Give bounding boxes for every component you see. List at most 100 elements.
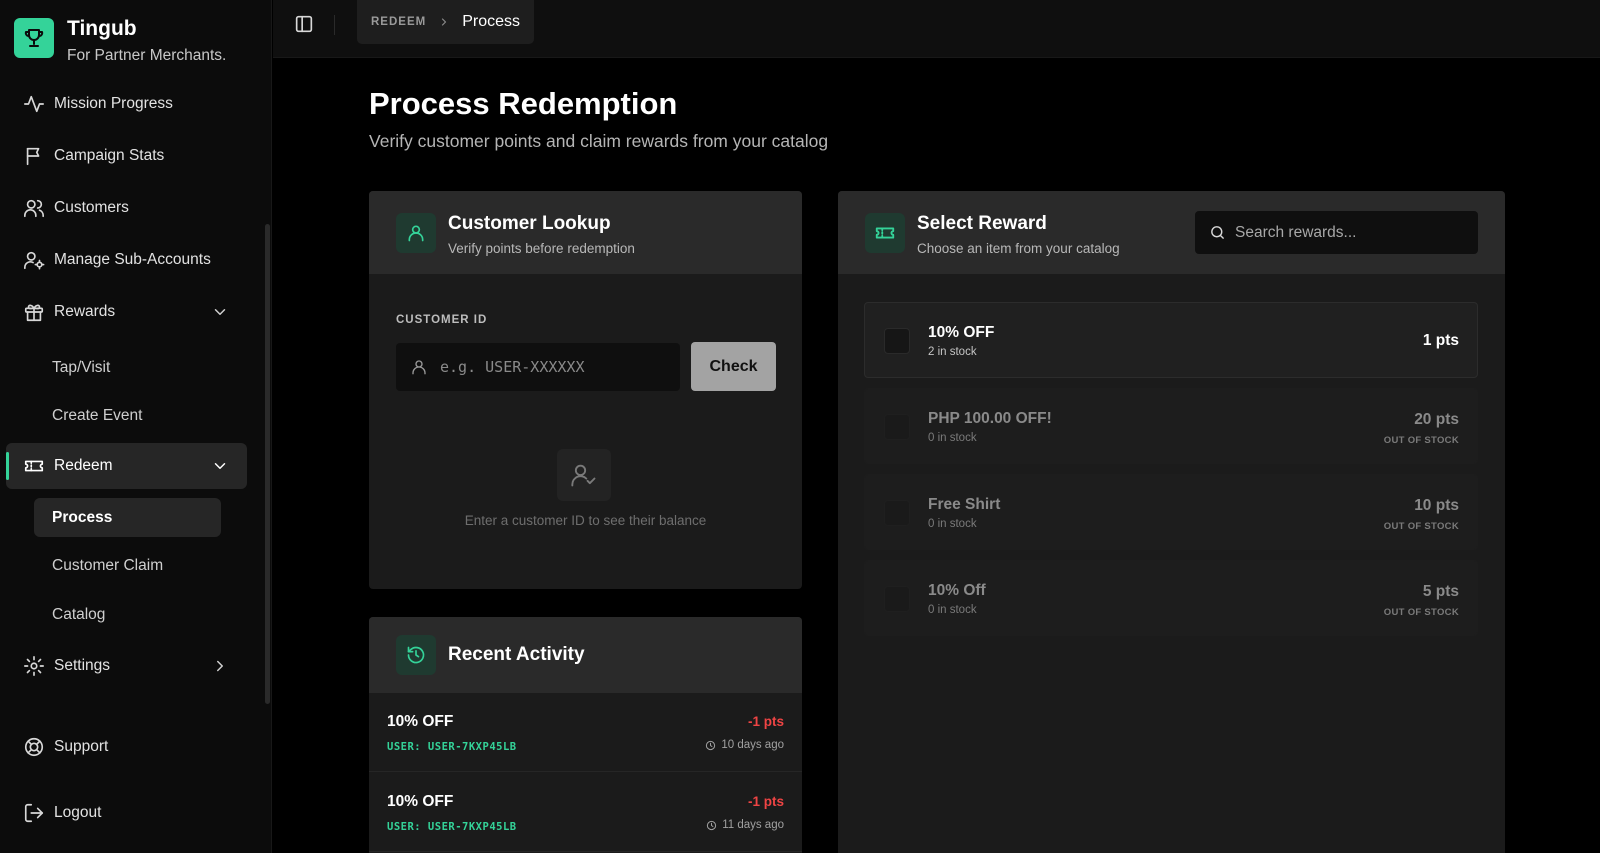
activity-points: -1 pts — [747, 714, 784, 729]
sidebar-subitem-label: Customer Claim — [52, 556, 164, 574]
sidebar-item-label: Logout — [54, 804, 102, 821]
sidebar-subitem-process[interactable]: Process — [34, 498, 221, 537]
reward-item[interactable]: 10% OFF 2 in stock 1 pts — [864, 302, 1478, 378]
activity-reward-name: 10% OFF — [387, 793, 454, 810]
clock-icon — [706, 740, 716, 750]
ticket-icon — [865, 213, 905, 253]
search-field[interactable] — [1195, 211, 1478, 254]
page-subtitle: Verify customer points and claim rewards… — [369, 131, 829, 151]
breadcrumb-current: Process — [462, 13, 520, 30]
recent-activity-header: Recent Activity — [369, 617, 802, 693]
breadcrumb-root[interactable]: REDEEM — [371, 16, 426, 28]
sidebar-subitem-label: Tap/Visit — [52, 358, 111, 376]
reward-checkbox — [884, 500, 910, 526]
card-title: Customer Lookup — [448, 213, 611, 234]
sidebar-item-rewards[interactable]: Rewards — [6, 289, 247, 335]
sidebar-subitem-label: Process — [52, 508, 113, 526]
reward-stock: 0 in stock — [928, 432, 977, 444]
chevron-down-icon — [211, 457, 229, 475]
sidebar-subitem-create-event[interactable]: Create Event — [34, 396, 221, 435]
customer-id-input[interactable] — [440, 343, 670, 391]
user-icon — [396, 213, 436, 253]
history-icon — [396, 635, 436, 675]
reward-points: 10 pts — [1414, 497, 1459, 514]
select-reward-header: Select Reward Choose an item from your c… — [838, 191, 1505, 274]
users-icon — [23, 197, 45, 219]
reward-checkbox — [884, 586, 910, 612]
reward-item: 10% Off 0 in stock 5 pts OUT OF STOCK — [864, 560, 1478, 636]
brand[interactable]: Tingub For Partner Merchants. — [14, 18, 226, 65]
sidebar-item-label: Manage Sub-Accounts — [54, 251, 211, 268]
sidebar: Tingub For Partner Merchants. Mission Pr… — [0, 0, 272, 853]
sidebar-item-campaign-stats[interactable]: Campaign Stats — [6, 133, 247, 179]
chevron-right-icon — [438, 16, 450, 28]
chevron-down-icon — [211, 303, 229, 321]
sidebar-subitem-label: Catalog — [52, 605, 106, 623]
select-reward-card: Select Reward Choose an item from your c… — [838, 191, 1505, 853]
sidebar-toggle-icon[interactable] — [293, 13, 315, 35]
brand-tagline: For Partner Merchants. — [67, 47, 227, 64]
activity-time: 10 days ago — [705, 739, 784, 751]
sidebar-item-manage-sub-accounts[interactable]: Manage Sub-Accounts — [6, 237, 247, 283]
reward-name: Free Shirt — [928, 496, 1001, 513]
divider — [334, 15, 335, 35]
brand-name: Tingub — [67, 17, 137, 40]
card-title: Select Reward — [917, 213, 1047, 234]
sidebar-item-customers[interactable]: Customers — [6, 185, 247, 231]
customer-id-label: CUSTOMER ID — [396, 314, 488, 326]
out-of-stock-badge: OUT OF STOCK — [1383, 607, 1459, 618]
sidebar-item-redeem[interactable]: Redeem — [6, 443, 247, 489]
card-subtitle: Verify points before redemption — [448, 241, 635, 256]
sidebar-subitem-customer-claim[interactable]: Customer Claim — [34, 546, 221, 585]
out-of-stock-badge: OUT OF STOCK — [1383, 521, 1459, 532]
reward-stock: 0 in stock — [928, 604, 977, 616]
card-subtitle: Choose an item from your catalog — [917, 241, 1120, 256]
reward-points: 1 pts — [1422, 332, 1459, 349]
logout-icon — [23, 802, 45, 824]
sidebar-item-label: Redeem — [54, 457, 113, 474]
reward-item: PHP 100.00 OFF! 0 in stock 20 pts OUT OF… — [864, 388, 1478, 464]
sidebar-item-label: Campaign Stats — [54, 147, 165, 164]
sidebar-item-mission-progress[interactable]: Mission Progress — [6, 81, 247, 127]
breadcrumb: REDEEM Process — [357, 0, 534, 44]
sidebar-item-settings[interactable]: Settings — [6, 643, 247, 689]
sidebar-subitem-tap-visit[interactable]: Tap/Visit — [34, 348, 221, 387]
activity-time-text: 11 days ago — [722, 819, 784, 831]
reward-item: Free Shirt 0 in stock 10 pts OUT OF STOC… — [864, 474, 1478, 550]
recent-activity-card: Recent Activity 10% OFF USER: USER-7KXP4… — [369, 617, 802, 853]
user-cog-icon — [23, 249, 45, 271]
search-input[interactable] — [1235, 211, 1470, 254]
clock-icon — [707, 820, 717, 830]
reward-stock: 2 in stock — [928, 346, 977, 358]
activity-row[interactable]: 10% OFF USER: USER-7KXP45LB -1 pts 11 da… — [369, 773, 802, 852]
empty-state-text: Enter a customer ID to see their balance — [464, 513, 707, 528]
reward-checkbox[interactable] — [884, 328, 910, 354]
check-button[interactable]: Check — [691, 342, 776, 391]
sidebar-subitem-label: Create Event — [52, 406, 143, 424]
reward-checkbox — [884, 414, 910, 440]
sidebar-subitem-catalog[interactable]: Catalog — [34, 595, 221, 634]
user-icon — [410, 358, 428, 376]
activity-time: 11 days ago — [706, 819, 784, 831]
sidebar-item-support[interactable]: Support — [6, 724, 247, 770]
customer-lookup-card: Customer Lookup Verify points before red… — [369, 191, 802, 589]
out-of-stock-badge: OUT OF STOCK — [1383, 435, 1459, 446]
customer-id-field[interactable] — [396, 343, 680, 391]
lifebuoy-icon — [23, 736, 45, 758]
gift-icon — [23, 301, 45, 323]
reward-points: 20 pts — [1414, 411, 1459, 428]
trophy-icon — [14, 18, 54, 58]
activity-row[interactable]: 10% OFF USER: USER-7KXP45LB -1 pts 10 da… — [369, 693, 802, 772]
activity-user: USER: USER-7KXP45LB — [387, 821, 517, 833]
reward-name: PHP 100.00 OFF! — [928, 410, 1052, 427]
chevron-right-icon — [211, 657, 229, 675]
activity-time-text: 10 days ago — [721, 739, 784, 751]
top-bar: REDEEM Process — [273, 0, 1600, 58]
activity-points: -1 pts — [747, 794, 784, 809]
sidebar-item-label: Support — [54, 738, 109, 755]
ticket-icon — [23, 455, 45, 477]
activity-icon — [23, 93, 45, 115]
card-title: Recent Activity — [448, 644, 585, 665]
sidebar-item-logout[interactable]: Logout — [6, 790, 247, 836]
sidebar-scrollbar[interactable] — [265, 224, 270, 704]
